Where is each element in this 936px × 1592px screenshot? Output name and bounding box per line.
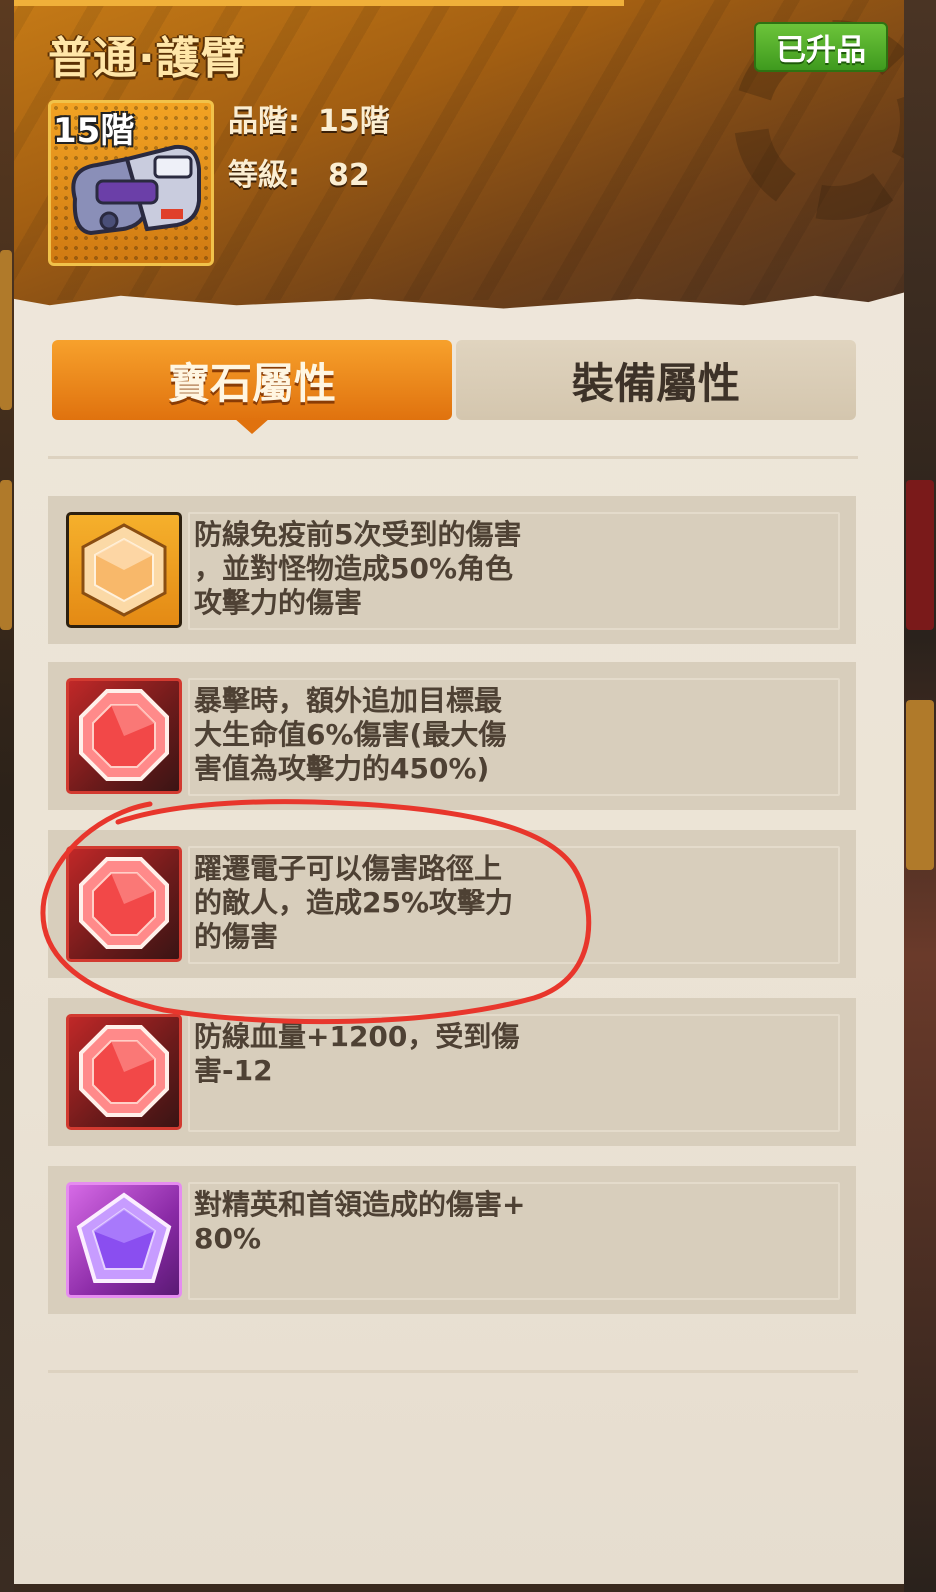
octagon-gem-shape [79,1025,169,1117]
background-panel-stub [0,480,12,630]
background-left-edge [0,0,14,1592]
background-panel-stub [0,250,12,410]
octagon-gem-icon [66,678,182,794]
gem-row[interactable]: 對精英和首領造成的傷害+ 80% [48,1166,856,1314]
gem-row[interactable]: 防線免疫前5次受到的傷害 ，並對怪物造成50%角色 攻擊力的傷害 [48,496,856,644]
gem-row[interactable]: 防線血量+1200，受到傷 害-12 [48,998,856,1146]
item-icon-frame[interactable]: 15階 [48,100,214,266]
gem-effect-text: 防線免疫前5次受到的傷害 ，並對怪物造成50%角色 攻擊力的傷害 [194,518,522,619]
octagon-gem-shape [79,857,169,949]
tab-equipment-attributes[interactable]: 裝備屬性 [456,340,856,420]
level-value: 82 [328,158,370,193]
upgraded-badge-button[interactable]: 已升品 [754,22,888,72]
octagon-gem-shape [79,689,169,781]
equipment-detail-panel: 普通·護臂 已升品 15階 品階: 15階 等級: 82 寶石屬性 裝備屬性 防… [14,0,904,1584]
gem-effect-text: 對精英和首領造成的傷害+ 80% [194,1188,526,1255]
hexagon-gem-icon [66,512,182,628]
background-panel-stub [906,700,934,870]
grade-label: 品階: [228,104,300,139]
section-divider-bottom [48,1370,858,1373]
section-divider [48,456,858,459]
active-tab-pointer [234,418,270,434]
gem-effect-text: 躍遷電子可以傷害路徑上 的敵人，造成25%攻擊力 的傷害 [194,852,514,953]
gem-row[interactable]: 暴擊時，額外追加目標最 大生命值6%傷害(最大傷 害值為攻擊力的450%) [48,662,856,810]
level-stat: 等級: 82 [228,150,370,194]
gem-row[interactable]: 躍遷電子可以傷害路徑上 的敵人，造成25%攻擊力 的傷害 [48,830,856,978]
level-label: 等級: [228,158,300,193]
octagon-gem-icon [66,846,182,962]
tier-badge: 15階 [53,111,135,151]
header-top-strip [14,0,624,6]
tab-gem-attributes[interactable]: 寶石屬性 [52,340,452,420]
octagon-gem-icon [66,1014,182,1130]
background-panel-stub [906,480,934,630]
grade-stat: 品階: 15階 [228,96,390,140]
gem-effect-text: 防線血量+1200，受到傷 害-12 [194,1020,520,1087]
grade-value: 15階 [318,104,390,139]
item-title: 普通·護臂 [48,33,246,84]
hexagon-gem-shape [81,523,167,617]
gem-effect-text: 暴擊時，額外追加目標最 大生命值6%傷害(最大傷 害值為攻擊力的450%) [194,684,507,785]
pentagon-gem-shape [76,1192,172,1283]
pentagon-gem-icon [66,1182,182,1298]
